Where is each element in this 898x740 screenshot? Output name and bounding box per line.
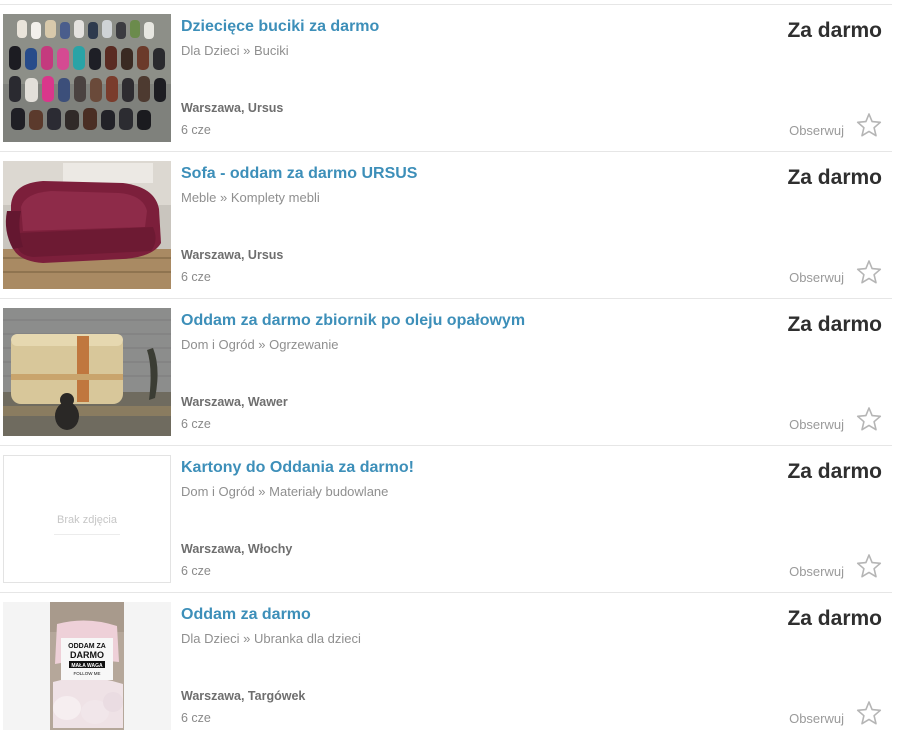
sign-line-3: MAŁA WAGA (71, 663, 103, 669)
listing-photo-placeholder[interactable]: Brak zdjęcia (3, 455, 171, 583)
listing-title[interactable]: Dziecięce buciki za darmo (181, 18, 379, 36)
listing-price: Za darmo (787, 460, 882, 483)
listing-price: Za darmo (787, 19, 882, 42)
listing-price: Za darmo (787, 607, 882, 630)
listing-row: Oddam za darmo zbiornik po oleju opałowy… (0, 299, 892, 446)
no-photo-underline (54, 534, 120, 535)
listing-date: 6 cze (181, 123, 211, 137)
listing-title[interactable]: Oddam za darmo (181, 606, 311, 624)
no-photo-label: Brak zdjęcia (57, 514, 117, 526)
sign-line-4: FOLLOW ME (73, 671, 100, 676)
listing-location: Warszawa, Ursus (181, 248, 284, 262)
listing-price: Za darmo (787, 166, 882, 189)
listing-row: ODDAM ZA DARMO MAŁA WAGA FOLLOW ME Oddam… (0, 593, 892, 740)
star-icon[interactable] (856, 553, 882, 579)
star-icon[interactable] (856, 259, 882, 285)
listing-row: Brak zdjęcia Kartony do Oddania za darmo… (0, 446, 892, 593)
star-icon[interactable] (856, 112, 882, 138)
listing-title[interactable]: Kartony do Oddania za darmo! (181, 459, 414, 477)
listing-date: 6 cze (181, 417, 211, 431)
listing-category: Dla Dzieci » Ubranka dla dzieci (181, 631, 361, 646)
listing-photo-baby-clothes[interactable]: ODDAM ZA DARMO MAŁA WAGA FOLLOW ME (3, 602, 171, 730)
watch-link[interactable]: Obserwuj (789, 123, 844, 138)
listing-row: Dziecięce buciki za darmo Dla Dzieci » B… (0, 5, 892, 152)
listing-photo-sofa[interactable] (3, 161, 171, 289)
star-icon[interactable] (856, 406, 882, 432)
listing-title[interactable]: Sofa - oddam za darmo URSUS (181, 165, 417, 183)
listing-location: Warszawa, Wawer (181, 395, 288, 409)
listing-category: Dom i Ogród » Materiały budowlane (181, 484, 389, 499)
sign-line-1: ODDAM ZA (68, 643, 106, 650)
watch-link[interactable]: Obserwuj (789, 270, 844, 285)
listing-date: 6 cze (181, 270, 211, 284)
listing-photo-shoes[interactable] (3, 14, 171, 142)
listing-date: 6 cze (181, 711, 211, 725)
listing-category: Dla Dzieci » Buciki (181, 43, 289, 58)
listing-price: Za darmo (787, 313, 882, 336)
watch-link[interactable]: Obserwuj (789, 711, 844, 726)
listing-row: Sofa - oddam za darmo URSUS Meble » Komp… (0, 152, 892, 299)
sign-line-2: DARMO (70, 650, 104, 660)
star-icon[interactable] (856, 700, 882, 726)
listing-location: Warszawa, Ursus (181, 101, 284, 115)
listing-location: Warszawa, Włochy (181, 542, 293, 556)
listing-location: Warszawa, Targówek (181, 689, 306, 703)
watch-link[interactable]: Obserwuj (789, 417, 844, 432)
watch-link[interactable]: Obserwuj (789, 564, 844, 579)
listing-category: Meble » Komplety mebli (181, 190, 320, 205)
listing-photo-oil-tank[interactable] (3, 308, 171, 436)
listing-title[interactable]: Oddam za darmo zbiornik po oleju opałowy… (181, 312, 525, 330)
listing-date: 6 cze (181, 564, 211, 578)
listing-category: Dom i Ogród » Ogrzewanie (181, 337, 339, 352)
